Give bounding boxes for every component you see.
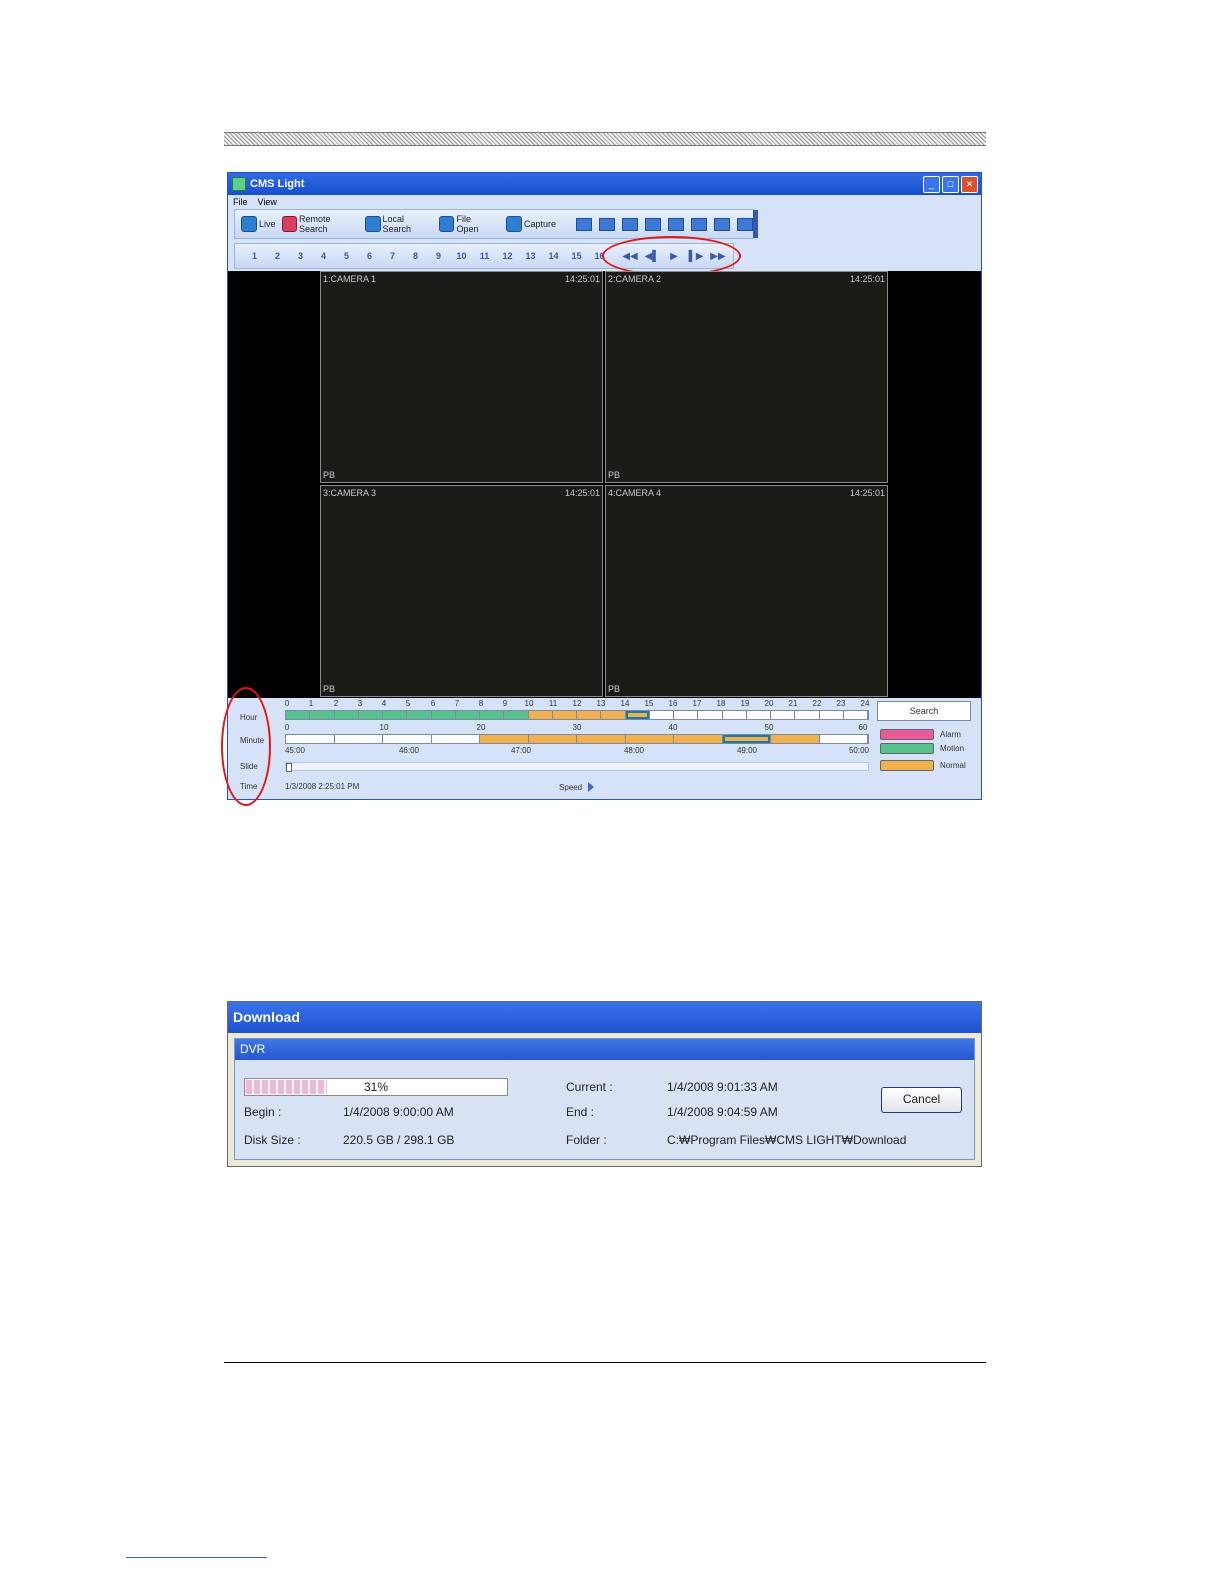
menu-bar: File View <box>228 195 981 209</box>
timeline-panel: Hour Minute Slide Time 0 1 2 3 4 5 6 7 8… <box>228 698 981 799</box>
speed-arrow-icon[interactable] <box>588 782 595 792</box>
header-rule <box>224 132 986 146</box>
download-title: Download <box>228 1002 981 1033</box>
local-search-button[interactable]: Local Search <box>365 214 433 234</box>
channel-button[interactable]: 12 <box>496 251 519 261</box>
folder-label: Folder : <box>566 1133 607 1147</box>
file-open-icon <box>439 216 455 232</box>
legend-alarm: Alarm <box>880 729 961 740</box>
channel-button[interactable]: 10 <box>450 251 473 261</box>
menu-file[interactable]: File <box>233 197 248 207</box>
channel-button[interactable]: 15 <box>565 251 588 261</box>
footer-link-underline <box>126 1557 267 1558</box>
toolbar-handle <box>753 210 758 238</box>
hour-bar[interactable] <box>285 710 869 720</box>
download-details: 31% Begin : 1/4/2008 9:00:00 AM Disk Siz… <box>235 1060 974 1159</box>
video-area: 1:CAMERA 1 14:25:01 PB 2:CAMERA 2 14:25:… <box>228 271 981 698</box>
capture-icon <box>505 216 522 232</box>
layout-16-icon[interactable] <box>737 217 753 231</box>
end-label: End : <box>566 1105 595 1119</box>
current-value: 1/4/2008 9:01:33 AM <box>667 1080 778 1094</box>
begin-label: Begin : <box>244 1105 282 1119</box>
speed-control[interactable]: Speed <box>559 782 595 792</box>
search-button[interactable]: Search <box>877 701 971 721</box>
layout-1-icon[interactable] <box>576 217 592 231</box>
download-dialog: Download DVR 31% Begin : 1/4/2008 9:00:0… <box>227 1001 982 1167</box>
live-icon <box>241 216 257 232</box>
camera-view-3[interactable]: 3:CAMERA 3 14:25:01 PB <box>320 485 603 697</box>
layout-13-icon[interactable] <box>714 217 730 231</box>
close-icon[interactable]: ✕ <box>961 176 978 193</box>
title-bar: CMS Light <box>228 173 981 195</box>
layout-10-icon[interactable] <box>691 217 707 231</box>
progress-percent: 31% <box>363 1080 389 1094</box>
app-icon <box>232 177 246 191</box>
channel-button[interactable]: 11 <box>473 251 496 261</box>
layout-4-icon[interactable] <box>599 217 615 231</box>
dvr-panel: DVR 31% Begin : 1/4/2008 9:00:00 AM Disk… <box>234 1038 975 1160</box>
channel-button[interactable]: 14 <box>542 251 565 261</box>
layout-9-icon[interactable] <box>668 217 684 231</box>
time-value: 1/3/2008 2:25:01 PM <box>285 782 360 791</box>
slider-knob[interactable] <box>286 763 292 772</box>
remote-search-icon <box>281 216 297 232</box>
channel-button[interactable]: 9 <box>427 251 450 261</box>
slide-slider[interactable] <box>285 762 869 772</box>
cms-light-window: CMS Light _ □ ✕ File View Live Remote Se… <box>221 172 982 806</box>
main-toolbar: Live Remote Search Local Search File Ope… <box>234 209 758 239</box>
local-search-icon <box>365 216 381 232</box>
camera-view-1[interactable]: 1:CAMERA 1 14:25:01 PB <box>320 271 603 483</box>
channel-button[interactable]: 7 <box>381 251 404 261</box>
file-open-button[interactable]: File Open <box>439 214 494 234</box>
channel-button[interactable]: 13 <box>519 251 542 261</box>
current-label: Current : <box>566 1080 613 1094</box>
highlight-ring-playback <box>602 236 741 276</box>
highlight-ring-timeline-labels <box>221 687 271 806</box>
footer-rule <box>224 1362 986 1363</box>
camera-view-4[interactable]: 4:CAMERA 4 14:25:01 PB <box>605 485 888 697</box>
camera-view-2[interactable]: 2:CAMERA 2 14:25:01 PB <box>605 271 888 483</box>
menu-view[interactable]: View <box>258 197 277 207</box>
folder-value: C:₩Program Files₩CMS LIGHT₩Download <box>667 1133 907 1147</box>
channel-button[interactable]: 3 <box>289 251 312 261</box>
window-controls: _ □ ✕ <box>923 176 978 193</box>
disk-size-value: 220.5 GB / 298.1 GB <box>343 1133 455 1147</box>
minute-bar[interactable] <box>285 734 869 744</box>
end-value: 1/4/2008 9:04:59 AM <box>667 1105 778 1119</box>
layout-6-icon[interactable] <box>622 217 638 231</box>
live-button[interactable]: Live <box>241 216 276 232</box>
channel-button[interactable]: 2 <box>266 251 289 261</box>
channel-button[interactable]: 4 <box>312 251 335 261</box>
disk-size-label: Disk Size : <box>244 1133 301 1147</box>
download-progress-bar: 31% <box>244 1078 508 1096</box>
channel-button[interactable]: 5 <box>335 251 358 261</box>
minimize-icon[interactable]: _ <box>923 176 940 193</box>
channel-button[interactable]: 1 <box>243 251 266 261</box>
maximize-icon[interactable]: □ <box>942 176 959 193</box>
window-title: CMS Light <box>250 178 305 190</box>
cancel-button[interactable]: Cancel <box>881 1087 962 1113</box>
legend-normal: Normal <box>880 760 966 771</box>
layout-8-icon[interactable] <box>645 217 661 231</box>
dvr-section-header: DVR <box>235 1039 974 1060</box>
capture-button[interactable]: Capture <box>505 216 556 232</box>
begin-value: 1/4/2008 9:00:00 AM <box>343 1105 454 1119</box>
remote-search-button[interactable]: Remote Search <box>281 214 360 234</box>
channel-button[interactable]: 8 <box>404 251 427 261</box>
channel-button[interactable]: 6 <box>358 251 381 261</box>
legend-motion: Motion <box>880 743 964 754</box>
